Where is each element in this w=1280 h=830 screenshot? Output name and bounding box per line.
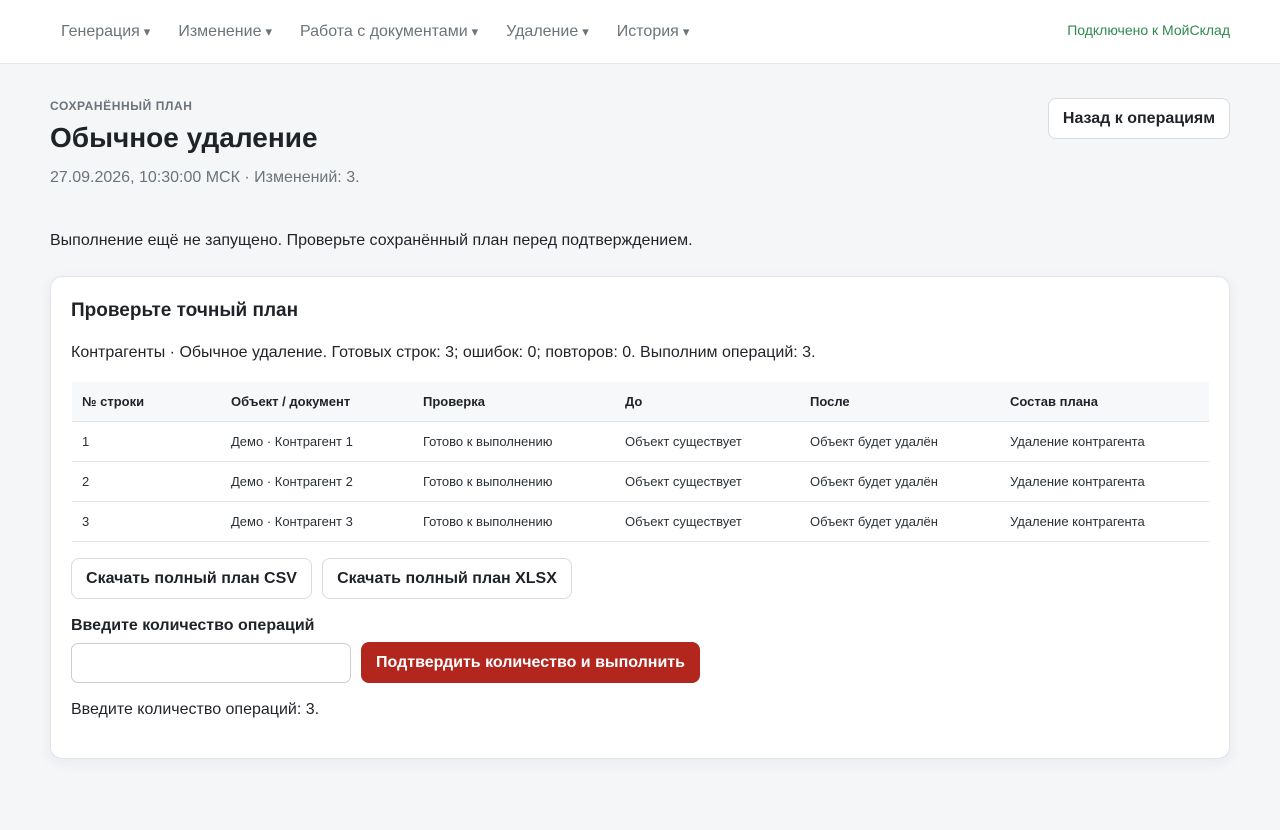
plan-table: № строки Объект / документ Проверка До П… xyxy=(72,382,1209,542)
cell-before: Объект существует xyxy=(615,461,800,502)
cell-after: Объект будет удалён xyxy=(800,501,1000,542)
quantity-input[interactable] xyxy=(71,643,351,683)
download-csv-button[interactable]: Скачать полный план CSV xyxy=(71,558,312,599)
nav-item-deletion[interactable]: Удаление ▾ xyxy=(506,23,589,41)
section-eyebrow: СОХРАНЁННЫЙ ПЛАН xyxy=(50,99,193,113)
nav-item-label: Изменение xyxy=(178,22,262,40)
nav-item-label: История xyxy=(616,22,679,40)
column-header-check: Проверка xyxy=(413,382,615,422)
connection-status: Подключено к МойСклад xyxy=(1067,22,1230,38)
cell-row-number: 3 xyxy=(72,501,221,542)
plan-card: Проверьте точный план Контрагенты · Обыч… xyxy=(50,276,1230,759)
chevron-down-icon: ▾ xyxy=(582,23,589,39)
chevron-down-icon: ▾ xyxy=(471,23,479,39)
column-header-object: Объект / документ xyxy=(221,382,413,422)
execution-status: Выполнение ещё не запущено. Проверьте со… xyxy=(50,232,693,249)
column-header-plan-content: Состав плана xyxy=(1000,382,1209,422)
plan-summary: Контрагенты · Обычное удаление. Готовых … xyxy=(71,344,816,361)
cell-row-number: 2 xyxy=(72,461,221,502)
plan-meta: 27.09.2026, 10:30:00 МСК · Изменений: 3. xyxy=(50,169,360,186)
cell-after: Объект будет удалён xyxy=(800,421,1000,462)
cell-row-number: 1 xyxy=(72,421,221,462)
table-row: 1 Демо · Контрагент 1 Готово к выполнени… xyxy=(72,421,1209,462)
confirm-and-execute-button[interactable]: Подтвердить количество и выполнить xyxy=(361,642,700,683)
column-header-after: После xyxy=(800,382,1000,422)
cell-plan-content: Удаление контрагента xyxy=(1000,501,1209,542)
cell-after: Объект будет удалён xyxy=(800,461,1000,502)
nav-item-label: Генерация xyxy=(61,22,140,40)
column-header-row-number: № строки xyxy=(72,382,221,422)
chevron-down-icon: ▾ xyxy=(143,23,151,39)
back-to-operations-button[interactable]: Назад к операциям xyxy=(1048,98,1230,139)
cell-object: Демо · Контрагент 2 xyxy=(221,461,413,502)
quantity-label: Введите количество операций xyxy=(71,617,315,634)
cell-check: Готово к выполнению xyxy=(413,501,615,542)
nav-item-generation[interactable]: Генерация ▾ xyxy=(61,23,150,41)
quantity-hint: Введите количество операций: 3. xyxy=(71,701,320,718)
plan-card-title: Проверьте точный план xyxy=(71,300,299,321)
cell-before: Объект существует xyxy=(615,501,800,542)
cell-check: Готово к выполнению xyxy=(413,461,615,502)
download-xlsx-button[interactable]: Скачать полный план XLSX xyxy=(322,558,572,599)
chevron-down-icon: ▾ xyxy=(265,23,272,39)
top-navigation: Генерация ▾ Изменение ▾ Работа с документа… xyxy=(0,0,1280,64)
nav-item-history[interactable]: История ▾ xyxy=(617,23,690,41)
page-title: Обычное удаление xyxy=(50,122,318,153)
nav-item-documents[interactable]: Работа с документами ▾ xyxy=(300,23,478,41)
nav-menu: Генерация ▾ Изменение ▾ Работа с документа… xyxy=(61,0,717,63)
nav-item-modification[interactable]: Изменение ▾ xyxy=(178,23,272,41)
nav-item-label: Работа с документами xyxy=(300,22,468,40)
cell-plan-content: Удаление контрагента xyxy=(1000,421,1209,462)
cell-check: Готово к выполнению xyxy=(413,421,615,462)
cell-before: Объект существует xyxy=(615,421,800,462)
cell-object: Демо · Контрагент 3 xyxy=(221,501,413,542)
cell-plan-content: Удаление контрагента xyxy=(1000,461,1209,502)
table-row: 3 Демо · Контрагент 3 Готово к выполнени… xyxy=(72,501,1209,542)
cell-object: Демо · Контрагент 1 xyxy=(221,421,413,462)
nav-item-label: Удаление xyxy=(506,22,579,40)
table-header-row: № строки Объект / документ Проверка До П… xyxy=(72,382,1209,422)
table-row: 2 Демо · Контрагент 2 Готово к выполнени… xyxy=(72,461,1209,502)
column-header-before: До xyxy=(615,382,800,422)
chevron-down-icon: ▾ xyxy=(682,23,690,39)
